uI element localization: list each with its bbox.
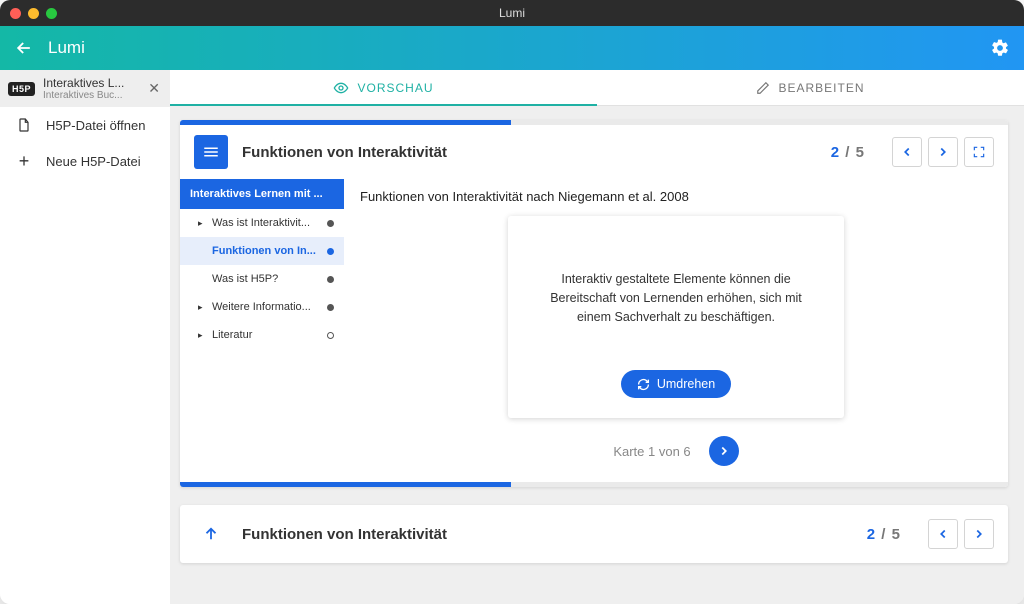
eye-icon — [333, 80, 349, 96]
h5p-badge-icon: H5P — [8, 82, 35, 96]
current-page: 2 — [867, 526, 875, 543]
refresh-icon — [637, 378, 650, 391]
app-bar: Lumi — [0, 26, 1024, 70]
gear-icon — [990, 38, 1010, 58]
scroll-to-top-button[interactable] — [194, 517, 228, 551]
expand-icon — [972, 145, 986, 159]
total-pages: 5 — [856, 144, 864, 161]
footer-prev-button[interactable] — [928, 519, 958, 549]
flashcard-counter: Karte 1 von 6 — [613, 444, 690, 459]
total-pages: 5 — [892, 526, 900, 543]
open-file-tab[interactable]: H5P Interaktives L... Interaktives Buc..… — [0, 70, 170, 107]
toc-title: Interaktives Lernen mit ... — [180, 179, 344, 209]
tab-edit[interactable]: BEARBEITEN — [597, 70, 1024, 105]
progress-dot-icon — [327, 276, 334, 283]
arrow-left-icon — [14, 38, 34, 58]
toc-item-label: Funktionen von In... — [212, 245, 321, 257]
footer-title: Funktionen von Interaktivität — [242, 526, 853, 543]
pencil-icon — [756, 81, 770, 95]
toc-item[interactable]: ▸ Literatur — [180, 321, 344, 349]
progress-dot-icon — [327, 332, 334, 339]
toc-item[interactable]: ▸ Was ist Interaktivit... — [180, 209, 344, 237]
sidebar-item-label: H5P-Datei öffnen — [46, 118, 146, 133]
page-separator: / — [877, 526, 890, 543]
sidebar-item-open-file[interactable]: H5P-Datei öffnen — [0, 107, 170, 143]
flashcard-nav: Karte 1 von 6 — [360, 436, 992, 466]
window-title: Lumi — [0, 6, 1024, 20]
chevron-right-icon — [936, 145, 950, 159]
toc-item-label: Weitere Informatio... — [212, 301, 321, 313]
settings-button[interactable] — [990, 38, 1010, 58]
table-of-contents: Interaktives Lernen mit ... ▸ Was ist Int… — [180, 179, 344, 482]
file-icon — [16, 117, 32, 133]
tab-preview[interactable]: VORSCHAU — [170, 70, 597, 105]
toc-item[interactable]: ▸ Weitere Informatio... — [180, 293, 344, 321]
book-title: Funktionen von Interaktivität — [242, 144, 817, 161]
tab-title: Interaktives L... — [43, 76, 146, 90]
chevron-right-icon: ▸ — [198, 218, 206, 229]
footer-next-button[interactable] — [964, 519, 994, 549]
page-indicator: 2 / 5 — [831, 144, 864, 161]
flashcard: Interaktiv gestaltete Elemente können di… — [508, 216, 844, 418]
page-content: Funktionen von Interaktivität nach Niege… — [344, 179, 1008, 482]
flip-label: Umdrehen — [657, 377, 715, 391]
toc-item[interactable]: Was ist H5P? — [180, 265, 344, 293]
close-window-button[interactable] — [10, 8, 21, 19]
tab-label: BEARBEITEN — [778, 81, 864, 95]
maximize-window-button[interactable] — [46, 8, 57, 19]
flashcard-text: Interaktiv gestaltete Elemente können di… — [532, 270, 820, 326]
app-window: Lumi Lumi H5P Interaktives L... Interakt… — [0, 0, 1024, 604]
tab-label: VORSCHAU — [357, 81, 433, 95]
titlebar: Lumi — [0, 0, 1024, 26]
progress-dot-icon — [327, 304, 334, 311]
book-header: Funktionen von Interaktivität 2 / 5 — [180, 125, 1008, 179]
toc-toggle-button[interactable] — [194, 135, 228, 169]
arrow-up-icon — [202, 525, 220, 543]
sidebar: H5P Interaktives L... Interaktives Buc..… — [0, 70, 170, 604]
toc-item[interactable]: Funktionen von In... — [180, 237, 344, 265]
chevron-right-icon: ▸ — [198, 330, 206, 341]
sidebar-item-label: Neue H5P-Datei — [46, 154, 141, 169]
tab-info: Interaktives L... Interaktives Buc... — [43, 76, 146, 101]
chevron-right-icon — [717, 444, 731, 458]
sidebar-item-new-file[interactable]: + Neue H5P-Datei — [0, 143, 170, 179]
chevron-right-icon: ▸ — [198, 302, 206, 313]
page-separator: / — [841, 144, 854, 161]
back-button[interactable] — [14, 37, 36, 59]
minimize-window-button[interactable] — [28, 8, 39, 19]
current-page: 2 — [831, 144, 839, 161]
mode-tabs: VORSCHAU BEARBEITEN — [170, 70, 1024, 106]
content-heading: Funktionen von Interaktivität nach Niege… — [360, 189, 992, 204]
footer-page-indicator: 2 / 5 — [867, 526, 900, 543]
plus-icon: + — [16, 153, 32, 169]
next-card-button[interactable] — [709, 436, 739, 466]
app-title: Lumi — [48, 38, 85, 58]
book-footer-card: Funktionen von Interaktivität 2 / 5 — [180, 505, 1008, 563]
chevron-right-icon — [972, 527, 986, 541]
progress-dot-icon — [327, 220, 334, 227]
progress-bar-bottom — [180, 482, 1008, 487]
prev-page-button[interactable] — [892, 137, 922, 167]
interactive-book-card: Funktionen von Interaktivität 2 / 5 — [180, 120, 1008, 487]
flip-card-button[interactable]: Umdrehen — [621, 370, 731, 398]
toc-item-label: Was ist Interaktivit... — [212, 217, 321, 229]
close-tab-button[interactable]: ✕ — [146, 80, 162, 97]
fullscreen-button[interactable] — [964, 137, 994, 167]
main-area: VORSCHAU BEARBEITEN Funktionen von Inter… — [170, 70, 1024, 604]
tab-subtitle: Interaktives Buc... — [43, 90, 146, 101]
progress-dot-icon — [327, 248, 334, 255]
chevron-left-icon — [936, 527, 950, 541]
toc-item-label: Was ist H5P? — [212, 273, 321, 285]
window-controls — [10, 8, 57, 19]
next-page-button[interactable] — [928, 137, 958, 167]
chevron-left-icon — [900, 145, 914, 159]
toc-item-label: Literatur — [212, 329, 321, 341]
menu-icon — [202, 143, 220, 161]
